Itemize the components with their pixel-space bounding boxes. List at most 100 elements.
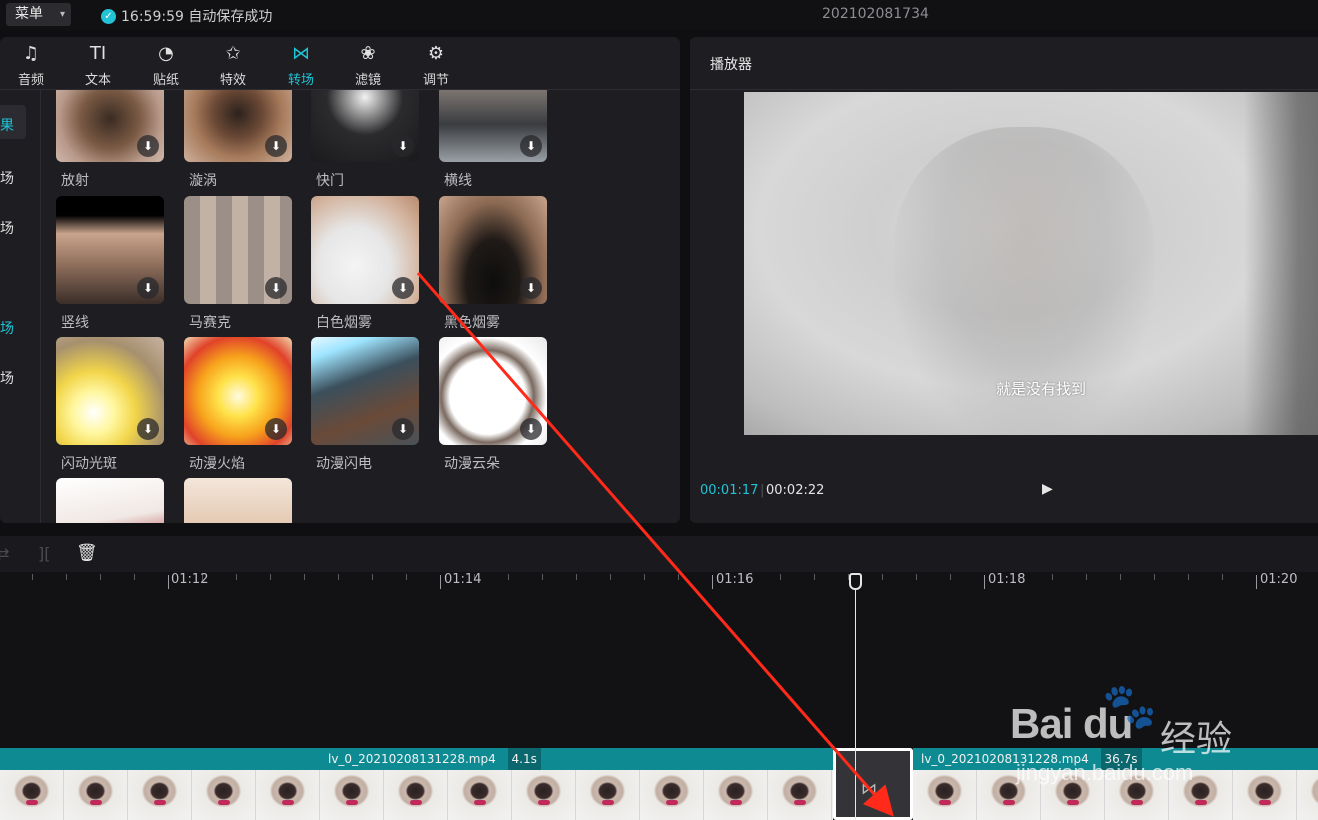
ruler-tick — [542, 574, 543, 580]
timeline-ruler[interactable]: 01:12 01:14 01:16 01:18 01:20 — [0, 572, 1318, 594]
transition-slot-icon: ⋈ — [861, 779, 877, 798]
effect-card[interactable]: ⬇ 闪动光斑 — [56, 337, 164, 473]
tab-label: 转场 — [287, 73, 314, 88]
adjust-icon: ⚙ — [427, 43, 445, 64]
divider — [690, 89, 1318, 90]
effect-card[interactable]: ⬇ 横线 — [439, 90, 547, 190]
ruler-tick — [1188, 574, 1189, 580]
download-icon[interactable]: ⬇ — [265, 277, 287, 299]
top-bar: 菜单 ▾ ✓ 16:59:59 自动保存成功 202102081734 — [0, 0, 1318, 30]
filter-icon: ❀ — [360, 43, 376, 64]
effect-thumbnail: ⬇ — [56, 337, 164, 445]
video-subtitle: 就是没有找到 — [996, 380, 1087, 398]
category-item[interactable]: 场 — [0, 368, 14, 388]
effect-thumbnail: ⬇ — [439, 337, 547, 445]
category-item[interactable]: 果 — [0, 115, 14, 135]
playhead[interactable] — [855, 580, 856, 820]
effect-card[interactable]: ⬇ 动漫闪电 — [311, 337, 419, 473]
effect-card[interactable]: ⬇ 放射 — [56, 90, 164, 190]
ruler-tick — [508, 574, 509, 580]
smoke-overlay — [1244, 92, 1318, 435]
download-icon[interactable]: ⬇ — [265, 418, 287, 440]
effect-card[interactable] — [184, 478, 292, 523]
watermark-url: jingyan.baidu.com — [1016, 760, 1194, 785]
tab-effects[interactable]: ✩ 特效 — [208, 37, 258, 90]
tick-label: 01:16 — [716, 572, 754, 587]
download-icon[interactable]: ⬇ — [265, 135, 287, 157]
tab-filter[interactable]: ❀ 滤镜 — [343, 37, 393, 90]
effects-icon: ✩ — [225, 43, 241, 64]
effect-label: 横线 — [444, 173, 472, 189]
effect-card[interactable]: ⬇ 白色烟雾 — [311, 196, 419, 332]
ruler-tick — [270, 574, 271, 580]
sticker-icon: ◔ — [158, 43, 174, 64]
download-icon[interactable]: ⬇ — [137, 135, 159, 157]
download-icon[interactable]: ⬇ — [392, 418, 414, 440]
ruler-tick — [576, 574, 577, 580]
ruler-tick — [1120, 574, 1121, 580]
ruler-tick — [712, 575, 713, 589]
tab-audio[interactable]: ♫ 音频 — [6, 37, 56, 90]
effect-card[interactable] — [56, 478, 164, 523]
effect-label: 漩涡 — [189, 173, 217, 189]
clip-name: lv_0_20210208131228.mp4 — [328, 752, 496, 766]
effect-thumbnail: ⬇ — [439, 196, 547, 304]
effect-card[interactable]: ⬇ 黑色烟雾 — [439, 196, 547, 332]
download-icon[interactable]: ⬇ — [392, 135, 414, 157]
tab-transition[interactable]: ⋈ 转场 — [276, 37, 326, 90]
download-icon[interactable]: ⬇ — [520, 277, 542, 299]
tab-adjust[interactable]: ⚙ 调节 — [411, 37, 461, 90]
menu-button[interactable]: 菜单 ▾ — [6, 3, 71, 26]
effect-thumbnail: ⬇ — [56, 90, 164, 162]
download-icon[interactable]: ⬇ — [520, 135, 542, 157]
download-icon[interactable]: ⬇ — [520, 418, 542, 440]
effect-card[interactable]: ⬇ 漩涡 — [184, 90, 292, 190]
project-title: 202102081734 — [822, 6, 929, 22]
effect-card[interactable]: ⬇ 动漫云朵 — [439, 337, 547, 473]
category-item[interactable]: 场 — [0, 318, 14, 338]
effect-label: 闪动光斑 — [61, 456, 117, 472]
video-clip[interactable]: lv_0_20210208131228.mp4 4.1s — [0, 748, 833, 820]
effect-card[interactable]: ⬇ 竖线 — [56, 196, 164, 332]
tab-label: 调节 — [422, 73, 449, 88]
effect-card[interactable]: ⬇ 快门 — [311, 90, 419, 190]
watermark-cn: 经验 — [1160, 719, 1233, 760]
tab-text[interactable]: TI 文本 — [73, 37, 123, 90]
transition-slot[interactable]: ⋈ — [833, 748, 913, 820]
tick-label: 01:14 — [444, 572, 482, 587]
effect-thumbnail: ⬇ — [184, 196, 292, 304]
effect-thumbnail: ⬇ — [311, 196, 419, 304]
play-icon[interactable]: ▶ — [1042, 481, 1053, 497]
tick-label: 01:20 — [1260, 572, 1298, 587]
save-status: ✓ 16:59:59 自动保存成功 — [101, 6, 272, 26]
tab-sticker[interactable]: ◔ 贴纸 — [141, 37, 191, 90]
category-item[interactable]: 场 — [0, 218, 14, 238]
playhead-handle[interactable] — [849, 573, 862, 590]
effect-label: 快门 — [316, 173, 344, 189]
ruler-tick — [1222, 574, 1223, 580]
ruler-tick — [66, 574, 67, 580]
menu-label: 菜单 — [15, 6, 43, 22]
ruler-tick — [304, 574, 305, 580]
ruler-tick — [236, 574, 237, 580]
tab-label: 贴纸 — [152, 73, 179, 88]
ruler-tick — [1052, 574, 1053, 580]
clip-frames — [0, 770, 833, 820]
tick-label: 01:18 — [988, 572, 1026, 587]
effect-label: 动漫闪电 — [316, 456, 372, 472]
ruler-tick — [440, 575, 441, 589]
ruler-tick — [610, 574, 611, 580]
tab-label: 滤镜 — [354, 73, 381, 88]
download-icon[interactable]: ⬇ — [137, 418, 159, 440]
ruler-tick — [984, 575, 985, 589]
effect-card[interactable]: ⬇ 马赛克 — [184, 196, 292, 332]
redo-icon[interactable]: ⇄ — [0, 544, 9, 563]
split-icon[interactable]: ][ — [38, 544, 50, 563]
delete-icon[interactable]: 🗑 — [76, 543, 98, 563]
category-item[interactable]: 场 — [0, 168, 14, 188]
download-icon[interactable]: ⬇ — [137, 277, 159, 299]
effect-label: 动漫火焰 — [189, 456, 245, 472]
effect-card[interactable]: ⬇ 动漫火焰 — [184, 337, 292, 473]
video-preview[interactable]: 就是没有找到 — [744, 92, 1318, 435]
download-icon[interactable]: ⬇ — [392, 277, 414, 299]
